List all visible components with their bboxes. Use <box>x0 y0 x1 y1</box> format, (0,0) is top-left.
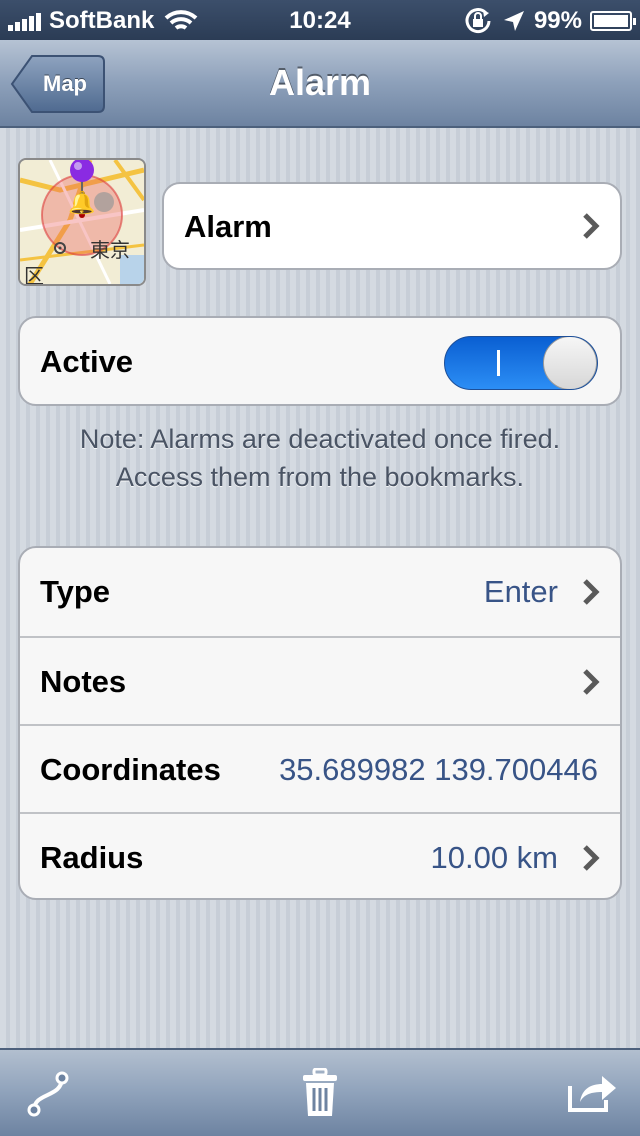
page-title: Alarm <box>268 62 372 103</box>
toggle-on-mark <box>497 350 500 376</box>
radius-label: Radius <box>40 840 144 875</box>
type-value: Enter <box>483 574 558 609</box>
rotation-lock-icon <box>465 8 491 34</box>
trash-icon[interactable] <box>302 1068 338 1118</box>
status-right: 99% <box>464 7 636 35</box>
radius-row[interactable]: Radius 10.00 km <box>20 812 620 900</box>
bell-icon: 🔔 <box>68 190 96 215</box>
bottom-toolbar <box>0 1048 640 1136</box>
battery-icon <box>590 11 636 31</box>
chevron-right-icon <box>583 845 600 871</box>
map-label-tokyo: 東京 <box>90 238 130 262</box>
notes-label: Notes <box>40 664 127 699</box>
coordinates-value: 35.689982 139.700446 <box>279 752 598 787</box>
toggle-knob <box>543 337 597 389</box>
type-row[interactable]: Type Enter <box>20 548 620 636</box>
note-line-2: Access them from the bookmarks. <box>115 462 525 492</box>
active-toggle[interactable] <box>444 336 598 390</box>
alarm-name-cell[interactable]: Alarm <box>162 182 622 270</box>
coordinates-label: Coordinates <box>40 752 221 787</box>
navigation-bar: Map Alarm <box>0 40 640 128</box>
notes-row[interactable]: Notes <box>20 636 620 724</box>
location-arrow-icon <box>503 11 524 31</box>
coordinates-row: Coordinates 35.689982 139.700446 <box>20 724 620 812</box>
chevron-right-icon <box>583 213 600 239</box>
map-label-ward: 区 <box>24 264 44 286</box>
chevron-right-icon <box>583 579 600 605</box>
note-line-1: Note: Alarms are deactivated once fired. <box>79 424 561 454</box>
alarm-name-label: Alarm <box>184 209 272 244</box>
active-label: Active <box>40 344 134 379</box>
route-icon[interactable] <box>26 1070 70 1118</box>
status-bar: SoftBank 10:24 99% <box>0 0 640 40</box>
type-label: Type <box>40 574 111 609</box>
share-icon[interactable] <box>566 1072 618 1114</box>
battery-percent: 99% <box>533 7 582 34</box>
radius-value: 10.00 km <box>430 840 558 875</box>
details-group: Type Enter Notes Coordinates 35.689982 1… <box>18 546 622 900</box>
active-cell: Active <box>18 316 622 406</box>
map-thumbnail[interactable]: 🔔 東京 区 <box>18 158 146 286</box>
alarm-note: Note: Alarms are deactivated once fired.… <box>0 420 640 496</box>
chevron-right-icon <box>583 669 600 695</box>
